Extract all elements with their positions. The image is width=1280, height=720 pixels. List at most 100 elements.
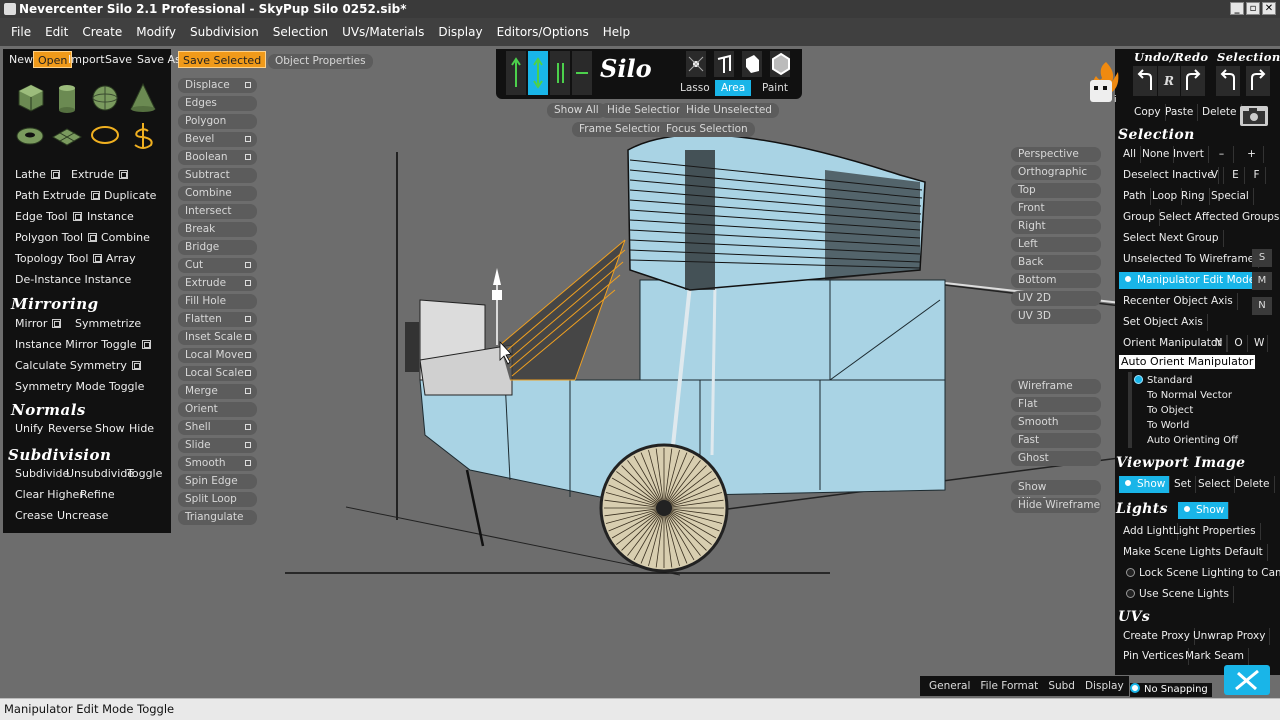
- modify-tool-intersect[interactable]: Intersect: [178, 204, 257, 219]
- select-next-group-button[interactable]: Select Next Group: [1119, 230, 1224, 247]
- move-tool-icon[interactable]: [506, 51, 526, 95]
- shading-flat[interactable]: Flat: [1011, 397, 1101, 412]
- duplicate-button[interactable]: Duplicate: [100, 187, 160, 204]
- path-select-button[interactable]: Path: [1119, 188, 1152, 205]
- orient-object-button[interactable]: O: [1230, 335, 1248, 352]
- tab-subd[interactable]: Subd: [1043, 676, 1080, 696]
- delete-viewport-image-button[interactable]: Delete: [1231, 476, 1275, 493]
- view-bottom[interactable]: Bottom: [1011, 273, 1101, 288]
- save-as-button[interactable]: Save As: [133, 51, 185, 68]
- create-proxy-button[interactable]: Create Proxy: [1119, 628, 1195, 645]
- options-icon[interactable]: [245, 82, 251, 88]
- modify-tool-bridge[interactable]: Bridge: [178, 240, 257, 255]
- lathe-button[interactable]: Lathe: [11, 166, 64, 183]
- modify-tool-spin-edge[interactable]: Spin Edge: [178, 474, 257, 489]
- maximize-button[interactable]: ▫: [1246, 2, 1260, 15]
- menu-help[interactable]: Help: [596, 18, 637, 46]
- unwrap-proxy-button[interactable]: Unwrap Proxy: [1189, 628, 1271, 645]
- options-icon[interactable]: [245, 370, 251, 376]
- modify-tool-edges[interactable]: Edges: [178, 96, 257, 111]
- group-button[interactable]: Group: [1119, 209, 1160, 226]
- selection-redo-icon[interactable]: [1246, 66, 1270, 96]
- face-convert-button[interactable]: F: [1248, 167, 1266, 184]
- modify-tool-shell[interactable]: Shell: [178, 420, 257, 435]
- s-shortcut-button[interactable]: S: [1252, 249, 1272, 267]
- options-icon[interactable]: [245, 316, 251, 322]
- menu-create[interactable]: Create: [75, 18, 129, 46]
- modify-tool-slide[interactable]: Slide: [178, 438, 257, 453]
- menu-uvs-materials[interactable]: UVs/Materials: [335, 18, 431, 46]
- menu-edit[interactable]: Edit: [38, 18, 75, 46]
- set-viewport-image-button[interactable]: Set: [1170, 476, 1197, 493]
- menu-display[interactable]: Display: [431, 18, 489, 46]
- modify-tool-combine[interactable]: Combine: [178, 186, 257, 201]
- orient-normal-button[interactable]: N: [1210, 335, 1228, 352]
- sphere-icon[interactable]: [88, 81, 122, 115]
- options-icon[interactable]: [131, 361, 141, 370]
- set-object-axis-button[interactable]: Set Object Axis: [1119, 314, 1208, 331]
- menu-subdivision[interactable]: Subdivision: [183, 18, 266, 46]
- modify-tool-triangulate[interactable]: Triangulate: [178, 510, 257, 525]
- hide-selection-button[interactable]: Hide Selection: [600, 103, 690, 118]
- extrude-button[interactable]: Extrude: [67, 166, 132, 183]
- uncrease-button[interactable]: Uncrease: [53, 507, 112, 524]
- refine-button[interactable]: Refine: [76, 486, 119, 503]
- frame-selection-button[interactable]: Frame Selection: [572, 122, 671, 137]
- tab-display[interactable]: Display: [1080, 676, 1129, 696]
- spiral-curve-icon[interactable]: [126, 119, 160, 153]
- selection-undo-icon[interactable]: [1216, 66, 1240, 96]
- auto-orienting-off-option[interactable]: Auto Orienting Off: [1143, 432, 1242, 449]
- torus-icon[interactable]: [13, 119, 47, 153]
- view-uv-3d[interactable]: UV 3D: [1011, 309, 1101, 324]
- view-back[interactable]: Back: [1011, 255, 1101, 270]
- modify-tool-inset-scale[interactable]: Inset Scale: [178, 330, 257, 345]
- view-uv-2d[interactable]: UV 2D: [1011, 291, 1101, 306]
- redo-icon[interactable]: [1181, 66, 1205, 96]
- reverse-button[interactable]: Reverse: [44, 420, 96, 437]
- edge-mode-icon[interactable]: [572, 51, 592, 95]
- modify-tool-fill-hole[interactable]: Fill Hole: [178, 294, 257, 309]
- toggle-subdivision-button[interactable]: Toggle: [123, 465, 166, 482]
- manipulator-edit-mode-button[interactable]: Manipulator Edit Mode: [1119, 272, 1261, 289]
- make-scene-lights-default-button[interactable]: Make Scene Lights Default: [1119, 544, 1268, 561]
- grow-selection-button[interactable]: +: [1240, 146, 1264, 163]
- view-front[interactable]: Front: [1011, 201, 1101, 216]
- special-select-button[interactable]: Special: [1207, 188, 1254, 205]
- modify-tool-cut[interactable]: Cut: [178, 258, 257, 273]
- options-icon[interactable]: [245, 262, 251, 268]
- options-icon[interactable]: [90, 191, 100, 200]
- show-all-button[interactable]: Show All: [547, 103, 606, 118]
- modify-tool-subtract[interactable]: Subtract: [178, 168, 257, 183]
- options-icon[interactable]: [52, 319, 62, 328]
- modify-tool-displace[interactable]: Displace: [178, 78, 257, 93]
- show-lights-toggle[interactable]: Show: [1178, 502, 1230, 519]
- cube-icon[interactable]: [13, 81, 47, 115]
- save-selected-button[interactable]: Save Selected: [178, 51, 267, 68]
- modify-tool-boolean[interactable]: Boolean: [178, 150, 257, 165]
- menu-selection[interactable]: Selection: [266, 18, 335, 46]
- circle-curve-icon[interactable]: [88, 119, 122, 153]
- modify-tool-orient[interactable]: Orient: [178, 402, 257, 417]
- path-extrude-button[interactable]: Path Extrude: [11, 187, 104, 204]
- crease-button[interactable]: Crease: [11, 507, 57, 524]
- vertex-mode-icon[interactable]: [550, 51, 570, 95]
- modify-tool-local-move[interactable]: Local Move: [178, 348, 257, 363]
- lasso-mode-tab[interactable]: Lasso: [674, 80, 716, 96]
- menu-modify[interactable]: Modify: [129, 18, 183, 46]
- vertex-convert-button[interactable]: V: [1206, 167, 1224, 184]
- options-icon[interactable]: [245, 442, 251, 448]
- snap-magnet-icon[interactable]: [1224, 665, 1270, 695]
- options-icon[interactable]: [245, 352, 251, 358]
- polygon-tool-button[interactable]: Polygon Tool: [11, 229, 101, 246]
- paint-mode-tab[interactable]: Paint: [756, 80, 794, 96]
- options-icon[interactable]: [119, 170, 129, 179]
- shading-ghost[interactable]: Ghost: [1011, 451, 1101, 466]
- object-select-icon[interactable]: [770, 51, 790, 77]
- select-tool-icon[interactable]: [528, 51, 548, 95]
- modify-tool-local-scale[interactable]: Local Scale: [178, 366, 257, 381]
- modify-tool-polygon[interactable]: Polygon: [178, 114, 257, 129]
- tab-file-format[interactable]: File Format: [975, 676, 1043, 696]
- options-icon[interactable]: [245, 334, 251, 340]
- mirror-button[interactable]: Mirror: [11, 315, 65, 332]
- edge-select-icon[interactable]: [714, 51, 734, 77]
